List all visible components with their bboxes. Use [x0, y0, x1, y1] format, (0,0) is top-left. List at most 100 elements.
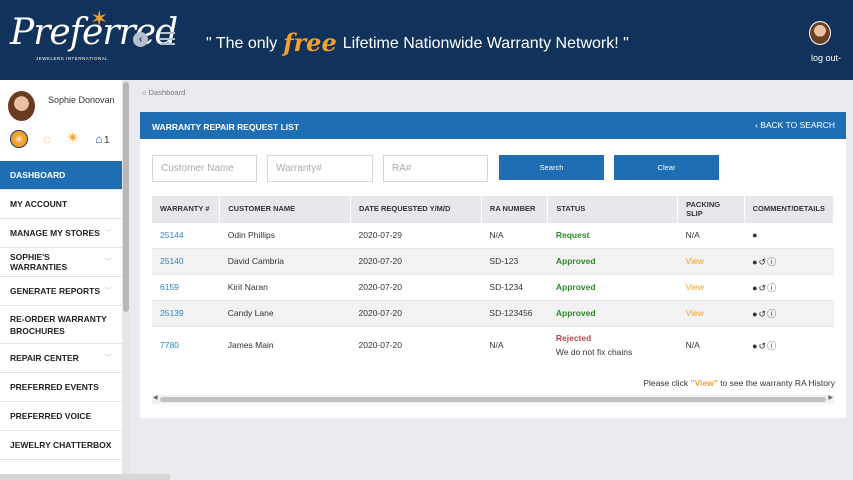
table-row: 25144 Odin Phillips 2020-07-29 N/A Reque… — [152, 221, 834, 248]
warranty-link[interactable]: 6159 — [160, 282, 179, 292]
sidebar-item-label: REPAIR CENTER — [10, 353, 79, 363]
slip-cell: N/A — [677, 325, 745, 364]
slogan-prefix: " The only — [206, 35, 278, 52]
table-header-row: WARRANTY # CUSTOMER NAME DATE REQUESTED … — [152, 196, 835, 222]
table-row: 6159 Kirit Naran 2020-07-20 SD-1234 Appr… — [152, 273, 834, 300]
sidebar-item-voice[interactable]: PREFERRED VOICE — [0, 402, 122, 431]
sidebar-scroll-thumb[interactable] — [123, 82, 129, 312]
info-icon[interactable]: ⓘ — [767, 283, 777, 293]
scroll-left-icon[interactable]: ◀ — [153, 394, 158, 401]
table-horizontal-scrollbar[interactable]: ◀ ▶ — [152, 395, 834, 404]
preferred-logo[interactable]: Preferred ✶ JEWELERS INTERNATIONAL — [6, 6, 178, 72]
col-ra[interactable]: RA NUMBER — [481, 196, 549, 222]
customer-name-input[interactable]: Customer Name — [152, 155, 257, 182]
sidebar-item-label: PREFERRED VOICE — [10, 411, 92, 421]
clear-button[interactable]: Clear — [614, 155, 719, 180]
col-status[interactable]: STATUS — [547, 196, 679, 222]
sparkle-icon[interactable]: ✴ — [64, 130, 82, 148]
breadcrumb-dashboard[interactable]: Dashboard — [149, 88, 186, 97]
history-icon[interactable]: ↺ — [759, 283, 768, 293]
warranty-link[interactable]: 7780 — [160, 340, 179, 350]
warranty-number-input[interactable]: Warranty# — [267, 155, 373, 182]
ra-cell: N/A — [481, 221, 548, 248]
sidebar-item-label: DASHBOARD — [10, 170, 66, 180]
header-avatar[interactable] — [809, 21, 831, 45]
warranty-link[interactable]: 25139 — [160, 308, 184, 318]
logo-tagline: JEWELERS INTERNATIONAL — [36, 56, 109, 61]
sidebar-item-reorder-brochures[interactable]: RE-ORDER WARRANTY BROCHURES — [0, 306, 122, 344]
customer-cell: Kirit Naran — [219, 273, 351, 300]
status-badge: Approved — [555, 282, 596, 292]
logout-link[interactable]: log out- — [811, 53, 841, 63]
back-arrow-icon[interactable]: ‹ — [133, 32, 148, 47]
sidebar-menu: DASHBOARD MY ACCOUNT MANAGE MY STORES ﹀ S… — [0, 161, 122, 460]
ra-cell: SD-123 — [481, 247, 548, 274]
sidebar-item-label: JEWELRY CHATTERBOX — [10, 440, 112, 450]
customer-cell: Odin Phillips — [219, 221, 351, 248]
sidebar-item-label: SOPHIE'S WARRANTIES — [10, 252, 68, 272]
footnote: Please click "View" to see the warranty … — [643, 378, 835, 388]
footnote-view: "View" — [690, 378, 718, 388]
sidebar-item-repair-center[interactable]: REPAIR CENTER ﹀ — [0, 344, 122, 373]
warranty-table: WARRANTY # CUSTOMER NAME DATE REQUESTED … — [152, 196, 835, 364]
profile-avatar[interactable] — [8, 91, 35, 121]
slogan-free: free — [283, 28, 337, 57]
history-icon[interactable]: ↺ — [759, 309, 768, 319]
info-icon[interactable]: ⓘ — [767, 257, 777, 267]
sidebar-item-label: RE-ORDER WARRANTY BROCHURES — [10, 313, 107, 336]
back-to-search-label: BACK TO SEARCH — [760, 120, 835, 130]
sidebar-item-my-account[interactable]: MY ACCOUNT — [0, 190, 122, 219]
view-slip-link[interactable]: View — [686, 308, 704, 318]
view-slip-link[interactable]: View — [686, 256, 704, 266]
view-slip-link[interactable]: View — [686, 282, 704, 292]
home-icon[interactable]: ⌂ — [142, 88, 147, 97]
col-packing-slip[interactable]: PACKING SLIP — [677, 196, 745, 222]
ra-cell: SD-123456 — [481, 299, 548, 326]
breadcrumb: ⌂ Dashboard — [142, 88, 185, 97]
status-badge: Approved — [555, 308, 596, 318]
sidebar-item-warranties[interactable]: SOPHIE'S WARRANTIES ﹀ — [0, 248, 122, 277]
info-icon[interactable]: ⓘ — [767, 341, 777, 351]
sun-badge-icon[interactable]: ☀ — [10, 130, 28, 148]
sidebar-item-dashboard[interactable]: DASHBOARD — [0, 161, 122, 190]
date-cell: 2020-07-20 — [350, 299, 482, 326]
ra-number-input[interactable]: RA# — [383, 155, 488, 182]
warranty-link[interactable]: 25140 — [160, 256, 184, 266]
sidebar-item-events[interactable]: PREFERRED EVENTS — [0, 373, 122, 402]
date-cell: 2020-07-20 — [350, 247, 482, 274]
search-button[interactable]: Search — [499, 155, 604, 180]
history-icon[interactable]: ↺ — [759, 341, 768, 351]
sidebar-scrollbar[interactable] — [122, 80, 130, 480]
sidebar-item-manage-stores[interactable]: MANAGE MY STORES ﹀ — [0, 219, 122, 248]
customer-cell: James Main — [219, 325, 351, 364]
table-row: 25139 Candy Lane 2020-07-20 SD-123456 Ap… — [152, 299, 834, 326]
ring-icon[interactable]: ◌ — [38, 130, 56, 148]
sidebar-item-label: GENERATE REPORTS — [10, 286, 101, 296]
table-scroll-thumb[interactable] — [160, 397, 826, 402]
back-to-search-link[interactable]: ‹ BACK TO SEARCH — [755, 120, 835, 130]
browser-status-bar — [0, 474, 170, 480]
history-icon[interactable]: ↺ — [759, 257, 768, 267]
panel-header: WARRANTY REPAIR REQUEST LIST ‹ BACK TO S… — [140, 112, 846, 139]
customer-cell: Candy Lane — [219, 299, 351, 326]
status-badge: Approved — [555, 256, 596, 266]
hamburger-menu-icon[interactable] — [160, 32, 175, 47]
info-icon[interactable]: ⓘ — [767, 309, 777, 319]
comment-icon[interactable]: ● — [752, 230, 758, 240]
scroll-right-icon[interactable]: ▶ — [828, 394, 833, 401]
table-row: 7780 James Main 2020-07-20 N/A Rejected W… — [152, 325, 834, 364]
status-badge: Rejected — [555, 333, 592, 344]
warranty-link[interactable]: 25144 — [160, 230, 184, 240]
top-header: Preferred ✶ JEWELERS INTERNATIONAL ‹ " T… — [0, 0, 853, 80]
col-customer[interactable]: CUSTOMER NAME — [219, 196, 352, 222]
sidebar-item-chatterbox[interactable]: JEWELRY CHATTERBOX — [0, 431, 122, 460]
col-date[interactable]: DATE REQUESTED Y/M/D — [350, 196, 482, 222]
sidebar-item-reports[interactable]: GENERATE REPORTS ﹀ — [0, 277, 122, 306]
status-note: We do not fix chains — [555, 347, 633, 358]
table-row: 25140 David Cambria 2020-07-20 SD-123 Ap… — [152, 247, 834, 274]
customer-cell: David Cambria — [219, 247, 351, 274]
star-icon: ✶ — [90, 6, 109, 31]
chevron-down-icon: ﹀ — [105, 288, 112, 295]
col-warranty[interactable]: WARRANTY # — [152, 196, 221, 222]
slip-cell: N/A — [677, 221, 745, 248]
